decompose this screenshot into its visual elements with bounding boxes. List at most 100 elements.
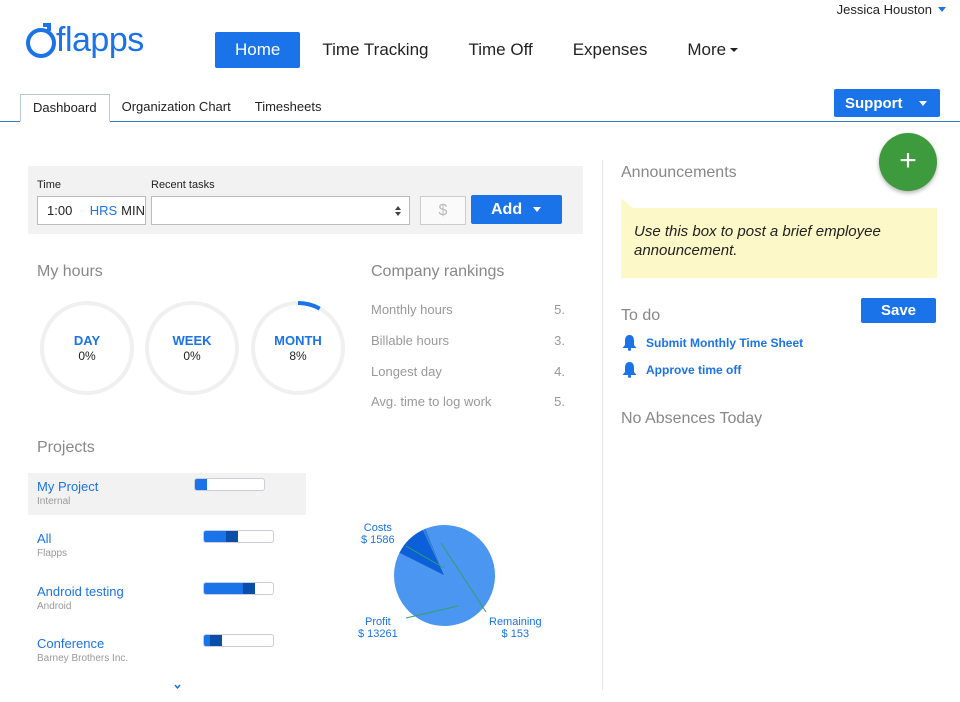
project-client: Barney Brothers Inc.: [37, 653, 129, 664]
tab-organization-chart[interactable]: Organization Chart: [110, 94, 243, 122]
plus-icon: +: [899, 144, 917, 177]
projects-title: Projects: [37, 439, 95, 456]
chevron-down-icon[interactable]: [533, 207, 541, 212]
nav-time-off[interactable]: Time Off: [448, 32, 552, 68]
project-progress-bar: [203, 582, 274, 595]
hours-ring: [40, 301, 134, 395]
show-more-chevron-icon[interactable]: [174, 683, 181, 690]
select-arrows-icon: [395, 206, 401, 216]
add-time-button[interactable]: Add: [471, 195, 562, 224]
project-progress-bar: [203, 634, 274, 647]
project-client: Android: [37, 601, 72, 612]
project-name[interactable]: My Project: [37, 479, 98, 494]
time-label: Time: [37, 179, 62, 191]
project-progress-bar: [194, 478, 265, 491]
hours-circle-percent: 0%: [78, 349, 96, 363]
hours-ring: [251, 301, 345, 395]
sub-tabs: Dashboard Organization Chart Timesheets: [20, 94, 333, 122]
pie-label-value: $ 153: [501, 628, 530, 640]
time-value: 1:00: [47, 203, 73, 218]
ranking-row: Billable hours 3.: [371, 333, 565, 348]
project-name[interactable]: Conference: [37, 636, 104, 651]
hours-ring: [145, 301, 239, 395]
chevron-down-icon: [938, 7, 946, 12]
project-name[interactable]: Android testing: [37, 584, 124, 599]
support-button[interactable]: Support: [834, 89, 940, 117]
save-button[interactable]: Save: [861, 298, 936, 323]
project-row[interactable]: All Flapps: [28, 525, 306, 567]
logo[interactable]: flapps: [22, 20, 144, 60]
ranking-row: Monthly hours 5.: [371, 302, 565, 317]
absences-text: No Absences Today: [621, 410, 763, 427]
todo-item[interactable]: Approve time off: [621, 361, 741, 378]
nav-home[interactable]: Home: [215, 32, 301, 68]
hours-circle-percent: 8%: [289, 349, 307, 363]
hours-circle-label: WEEK: [172, 333, 212, 348]
time-input[interactable]: 1:00 HRS MIN: [37, 196, 146, 225]
project-progress-bar: [203, 530, 274, 543]
pie-label-value: $ 1586: [361, 534, 395, 546]
project-overrun-fill: [209, 635, 222, 646]
project-name[interactable]: All: [37, 531, 51, 546]
project-progress-fill: [195, 479, 208, 490]
ranking-label: Avg. time to log work: [371, 394, 492, 409]
user-name: Jessica Houston: [836, 2, 932, 17]
project-row[interactable]: My Project Internal: [28, 473, 306, 515]
main-nav: Home Time Tracking Time Off Expenses Mor…: [215, 32, 758, 68]
project-client: Internal: [37, 496, 71, 507]
tab-timesheets[interactable]: Timesheets: [243, 94, 334, 122]
chevron-down-icon: [730, 48, 739, 52]
hours-circle-label: MONTH: [274, 333, 322, 348]
hours-circle-month: MONTH 8%: [250, 300, 346, 396]
pie-label-remaining: Remaining $ 153: [489, 616, 542, 640]
add-fab-button[interactable]: +: [879, 133, 937, 191]
announcement-box[interactable]: Use this box to post a brief employee an…: [621, 208, 937, 278]
hours-circle-week: WEEK 0%: [144, 300, 240, 396]
ranking-value: 5.: [554, 302, 565, 317]
nav-expenses[interactable]: Expenses: [553, 32, 668, 68]
todo-label: Approve time off: [646, 362, 742, 377]
todo-item[interactable]: Submit Monthly Time Sheet: [621, 334, 803, 351]
pie-leader-lines: [405, 542, 487, 619]
nav-more-label: More: [687, 40, 727, 59]
support-label: Support: [845, 94, 903, 112]
time-entry-bar: Time Recent tasks 1:00 HRS MIN $ Add: [28, 166, 583, 234]
todo-label: Submit Monthly Time Sheet: [646, 335, 804, 350]
pie-label-name: Profit: [365, 616, 391, 628]
pie-label-value: $ 13261: [358, 628, 398, 640]
hours-circle-percent: 0%: [183, 349, 201, 363]
unit-min-toggle[interactable]: MIN: [121, 203, 145, 218]
user-menu[interactable]: Jessica Houston: [837, 2, 946, 17]
ranking-row: Avg. time to log work 5.: [371, 394, 565, 409]
my-hours-title: My hours: [37, 263, 103, 280]
pie-label-name: Remaining: [489, 616, 542, 628]
company-rankings-title: Company rankings: [371, 263, 505, 280]
bell-icon: [622, 335, 637, 351]
ranking-value: 4.: [554, 364, 565, 379]
todo-title: To do: [621, 307, 661, 324]
ranking-label: Monthly hours: [371, 302, 453, 317]
announcements-title: Announcements: [621, 164, 737, 181]
column-divider: [602, 160, 603, 690]
unit-hrs-toggle[interactable]: HRS: [90, 203, 117, 218]
ranking-value: 3.: [554, 333, 565, 348]
tab-dashboard[interactable]: Dashboard: [20, 94, 110, 122]
project-row[interactable]: Android testing Android: [28, 578, 306, 620]
tab-divider: [0, 121, 960, 122]
nav-more[interactable]: More: [667, 32, 758, 68]
nav-time-tracking[interactable]: Time Tracking: [302, 32, 448, 68]
pie-label-costs: Costs $ 1586: [361, 522, 395, 546]
logo-text: flapps: [56, 21, 144, 59]
billable-toggle[interactable]: $: [420, 196, 466, 225]
project-row[interactable]: Conference Barney Brothers Inc.: [28, 630, 306, 672]
bell-icon: [622, 362, 637, 378]
project-progress-fill: [204, 583, 243, 594]
recent-tasks-select[interactable]: [151, 196, 410, 225]
add-label: Add: [491, 200, 523, 218]
logo-mark-icon: [26, 23, 56, 58]
ranking-value: 5.: [554, 394, 565, 409]
chevron-down-icon: [919, 100, 927, 106]
project-client: Flapps: [37, 548, 68, 559]
announcement-text: Use this box to post a brief employee an…: [634, 223, 881, 259]
ranking-row: Longest day 4.: [371, 364, 565, 379]
